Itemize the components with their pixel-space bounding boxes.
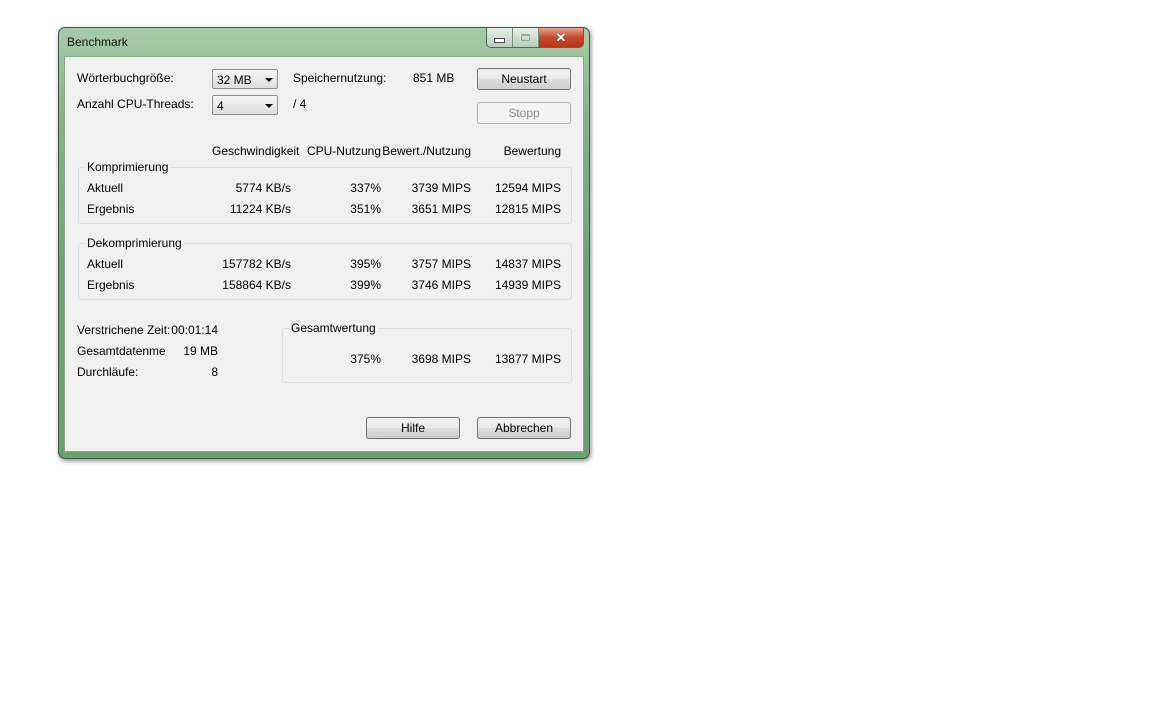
row-label: Ergebnis xyxy=(87,278,135,292)
table-row: Ergebnis xyxy=(87,202,134,216)
speed-value: 157782 KB/s xyxy=(222,257,291,271)
column-header-speed: Geschwindigkeit xyxy=(212,144,300,158)
row-label: Ergebnis xyxy=(87,202,135,216)
chevron-down-icon xyxy=(265,104,273,108)
minimize-button[interactable] xyxy=(487,28,513,47)
total-data-label: Gesamtdatenmeng xyxy=(77,344,165,358)
rating-value: 12594 MIPS xyxy=(494,181,561,195)
memory-usage-value: 851 MB xyxy=(413,71,455,85)
chevron-down-icon xyxy=(265,78,273,82)
benchmark-window: Benchmark ✕ Wörterbuchgröße: 32 MB Speic… xyxy=(58,27,590,459)
cpu-threads-label: Anzahl CPU-Threads: xyxy=(77,97,194,111)
total-cpu-value: 375% xyxy=(350,352,381,366)
table-row: Aktuell xyxy=(87,257,123,271)
rating-usage-value: 3757 MIPS xyxy=(411,257,471,271)
cpu-value: 337% xyxy=(350,181,381,195)
cpu-threads-select[interactable]: 4 xyxy=(212,95,278,115)
stop-button[interactable]: Stopp xyxy=(477,102,571,124)
rating-value: 12815 MIPS xyxy=(494,202,561,216)
speed-value: 11224 KB/s xyxy=(229,202,291,216)
total-rating-usage-value: 3698 MIPS xyxy=(411,352,471,366)
compression-group: Komprimierung Aktuell 5774 KB/s 337% 373… xyxy=(78,160,572,224)
total-data-value: 19 MB xyxy=(183,344,218,358)
title-bar[interactable]: Benchmark ✕ xyxy=(59,28,589,52)
dictionary-size-value: 32 MB xyxy=(217,73,252,87)
window-title: Benchmark xyxy=(67,35,128,49)
column-header-cpu: CPU-Nutzung xyxy=(306,144,381,158)
dialog-body: Wörterbuchgröße: 32 MB Speichernutzung: … xyxy=(64,56,584,452)
decompression-group: Dekomprimierung Aktuell 157782 KB/s 395%… xyxy=(78,236,572,300)
rating-value: 14939 MIPS xyxy=(494,278,561,292)
caption-buttons: ✕ xyxy=(486,28,584,48)
minimize-icon xyxy=(494,38,505,43)
table-row: Ergebnis xyxy=(87,278,134,292)
elapsed-time-label: Verstrichene Zeit: xyxy=(77,323,171,337)
rating-usage-value: 3739 MIPS xyxy=(411,181,471,195)
elapsed-time-value: 00:01:14 xyxy=(171,323,218,337)
rating-value: 14837 MIPS xyxy=(494,257,561,271)
close-button[interactable]: ✕ xyxy=(539,28,583,47)
help-button[interactable]: Hilfe xyxy=(366,417,460,439)
column-header-rating-usage: Bewert./Nutzung xyxy=(382,144,471,158)
row-label: Aktuell xyxy=(87,181,124,195)
passes-value: 8 xyxy=(211,365,218,379)
cpu-value: 395% xyxy=(350,257,381,271)
speed-value: 5774 KB/s xyxy=(235,181,291,195)
decompression-title: Dekomprimierung xyxy=(85,236,184,250)
rating-usage-value: 3651 MIPS xyxy=(411,202,471,216)
rating-usage-value: 3746 MIPS xyxy=(411,278,471,292)
column-header-rating: Bewertung xyxy=(503,144,561,158)
memory-usage-label: Speichernutzung: xyxy=(293,71,387,85)
speed-value: 158864 KB/s xyxy=(222,278,291,292)
cancel-button[interactable]: Abbrechen xyxy=(477,417,571,439)
cpu-value: 351% xyxy=(350,202,381,216)
maximize-button xyxy=(513,28,539,47)
dictionary-size-select[interactable]: 32 MB xyxy=(212,69,278,89)
cpu-threads-value: 4 xyxy=(217,99,224,113)
total-rating-value: 13877 MIPS xyxy=(494,352,561,366)
total-rating-group: Gesamtwertung 375% 3698 MIPS 13877 MIPS xyxy=(282,321,572,383)
compression-title: Komprimierung xyxy=(85,160,171,174)
passes-label: Durchläufe: xyxy=(77,365,139,379)
row-label: Aktuell xyxy=(87,257,124,271)
total-rating-title: Gesamtwertung xyxy=(289,321,378,335)
cpu-value: 399% xyxy=(350,278,381,292)
restart-button[interactable]: Neustart xyxy=(477,68,571,90)
maximize-icon xyxy=(521,34,530,41)
table-row: Aktuell xyxy=(87,181,123,195)
cpu-threads-total: / 4 xyxy=(293,97,307,111)
close-icon: ✕ xyxy=(555,30,567,45)
dictionary-size-label: Wörterbuchgröße: xyxy=(77,71,174,85)
